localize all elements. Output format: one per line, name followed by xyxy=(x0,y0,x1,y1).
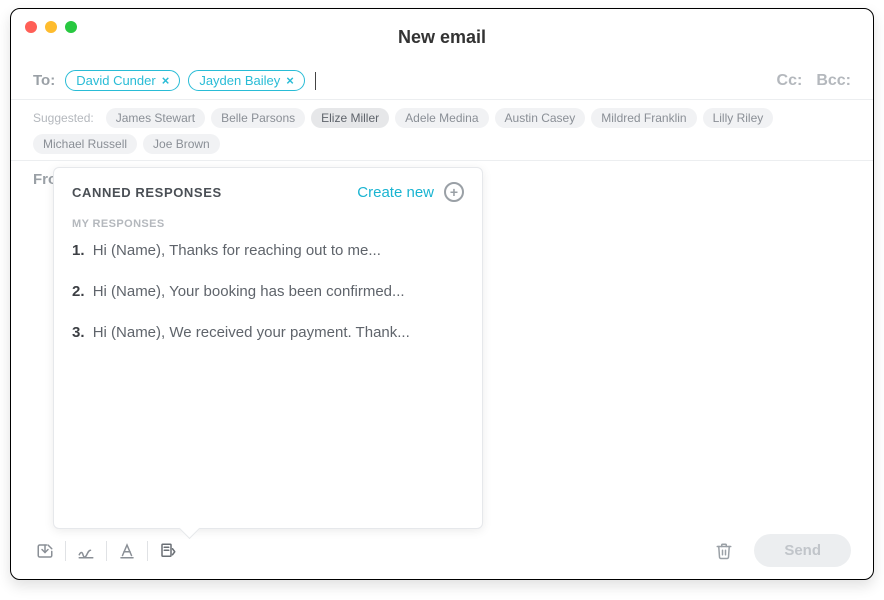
send-button[interactable]: Send xyxy=(754,534,851,567)
window-controls xyxy=(25,21,77,33)
minimize-window[interactable] xyxy=(45,21,57,33)
popover-subheading: MY RESPONSES xyxy=(72,218,464,230)
separator xyxy=(65,541,66,561)
remove-recipient-icon[interactable]: × xyxy=(162,73,170,88)
canned-response-item[interactable]: 3. Hi (Name), We received your payment. … xyxy=(72,324,464,341)
suggested-row: Suggested: James Stewart Belle Parsons E… xyxy=(11,100,873,160)
window-title: New email xyxy=(11,9,873,64)
suggested-contact[interactable]: Belle Parsons xyxy=(211,108,305,128)
recipient-pill[interactable]: Jayden Bailey × xyxy=(188,70,305,91)
close-window[interactable] xyxy=(25,21,37,33)
signature-icon[interactable] xyxy=(74,539,98,563)
recipient-name: David Cunder xyxy=(76,73,156,88)
suggested-contact[interactable]: Elize Miller xyxy=(311,108,389,128)
recipient-pill[interactable]: David Cunder × xyxy=(65,70,180,91)
suggested-contact[interactable]: Lilly Riley xyxy=(703,108,774,128)
separator xyxy=(106,541,107,561)
cc-toggle[interactable]: Cc: xyxy=(777,72,803,90)
maximize-window[interactable] xyxy=(65,21,77,33)
canned-response-item[interactable]: 2. Hi (Name), Your booking has been conf… xyxy=(72,283,464,300)
suggested-contact[interactable]: Michael Russell xyxy=(33,134,137,154)
to-label: To: xyxy=(33,72,55,89)
separator xyxy=(147,541,148,561)
response-text: Hi (Name), Your booking has been confirm… xyxy=(93,283,405,300)
plus-circle-icon[interactable]: + xyxy=(444,182,464,202)
response-number: 1. xyxy=(72,242,85,259)
suggested-label: Suggested: xyxy=(33,111,94,125)
trash-icon[interactable] xyxy=(712,539,736,563)
text-format-icon[interactable] xyxy=(115,539,139,563)
recipient-name: Jayden Bailey xyxy=(199,73,280,88)
popover-title: CANNED RESPONSES xyxy=(72,185,222,200)
compose-window: New email To: David Cunder × Jayden Bail… xyxy=(10,8,874,580)
canned-responses-popover: CANNED RESPONSES Create new + MY RESPONS… xyxy=(53,167,483,529)
response-number: 2. xyxy=(72,283,85,300)
response-number: 3. xyxy=(72,324,85,341)
suggested-contact[interactable]: Austin Casey xyxy=(495,108,586,128)
to-field-row: To: David Cunder × Jayden Bailey × Cc: B… xyxy=(11,64,873,100)
suggested-contact[interactable]: Joe Brown xyxy=(143,134,220,154)
bcc-toggle[interactable]: Bcc: xyxy=(816,72,851,90)
canned-response-item[interactable]: 1. Hi (Name), Thanks for reaching out to… xyxy=(72,242,464,259)
text-cursor xyxy=(315,72,316,90)
compose-footer: Send xyxy=(11,534,873,567)
suggested-contact[interactable]: James Stewart xyxy=(106,108,205,128)
remove-recipient-icon[interactable]: × xyxy=(286,73,294,88)
response-text: Hi (Name), We received your payment. Tha… xyxy=(93,324,410,341)
canned-response-icon[interactable] xyxy=(156,539,180,563)
attachment-icon[interactable] xyxy=(33,539,57,563)
response-text: Hi (Name), Thanks for reaching out to me… xyxy=(93,242,381,259)
create-new-link[interactable]: Create new xyxy=(357,184,434,201)
suggested-contact[interactable]: Mildred Franklin xyxy=(591,108,696,128)
suggested-contact[interactable]: Adele Medina xyxy=(395,108,488,128)
